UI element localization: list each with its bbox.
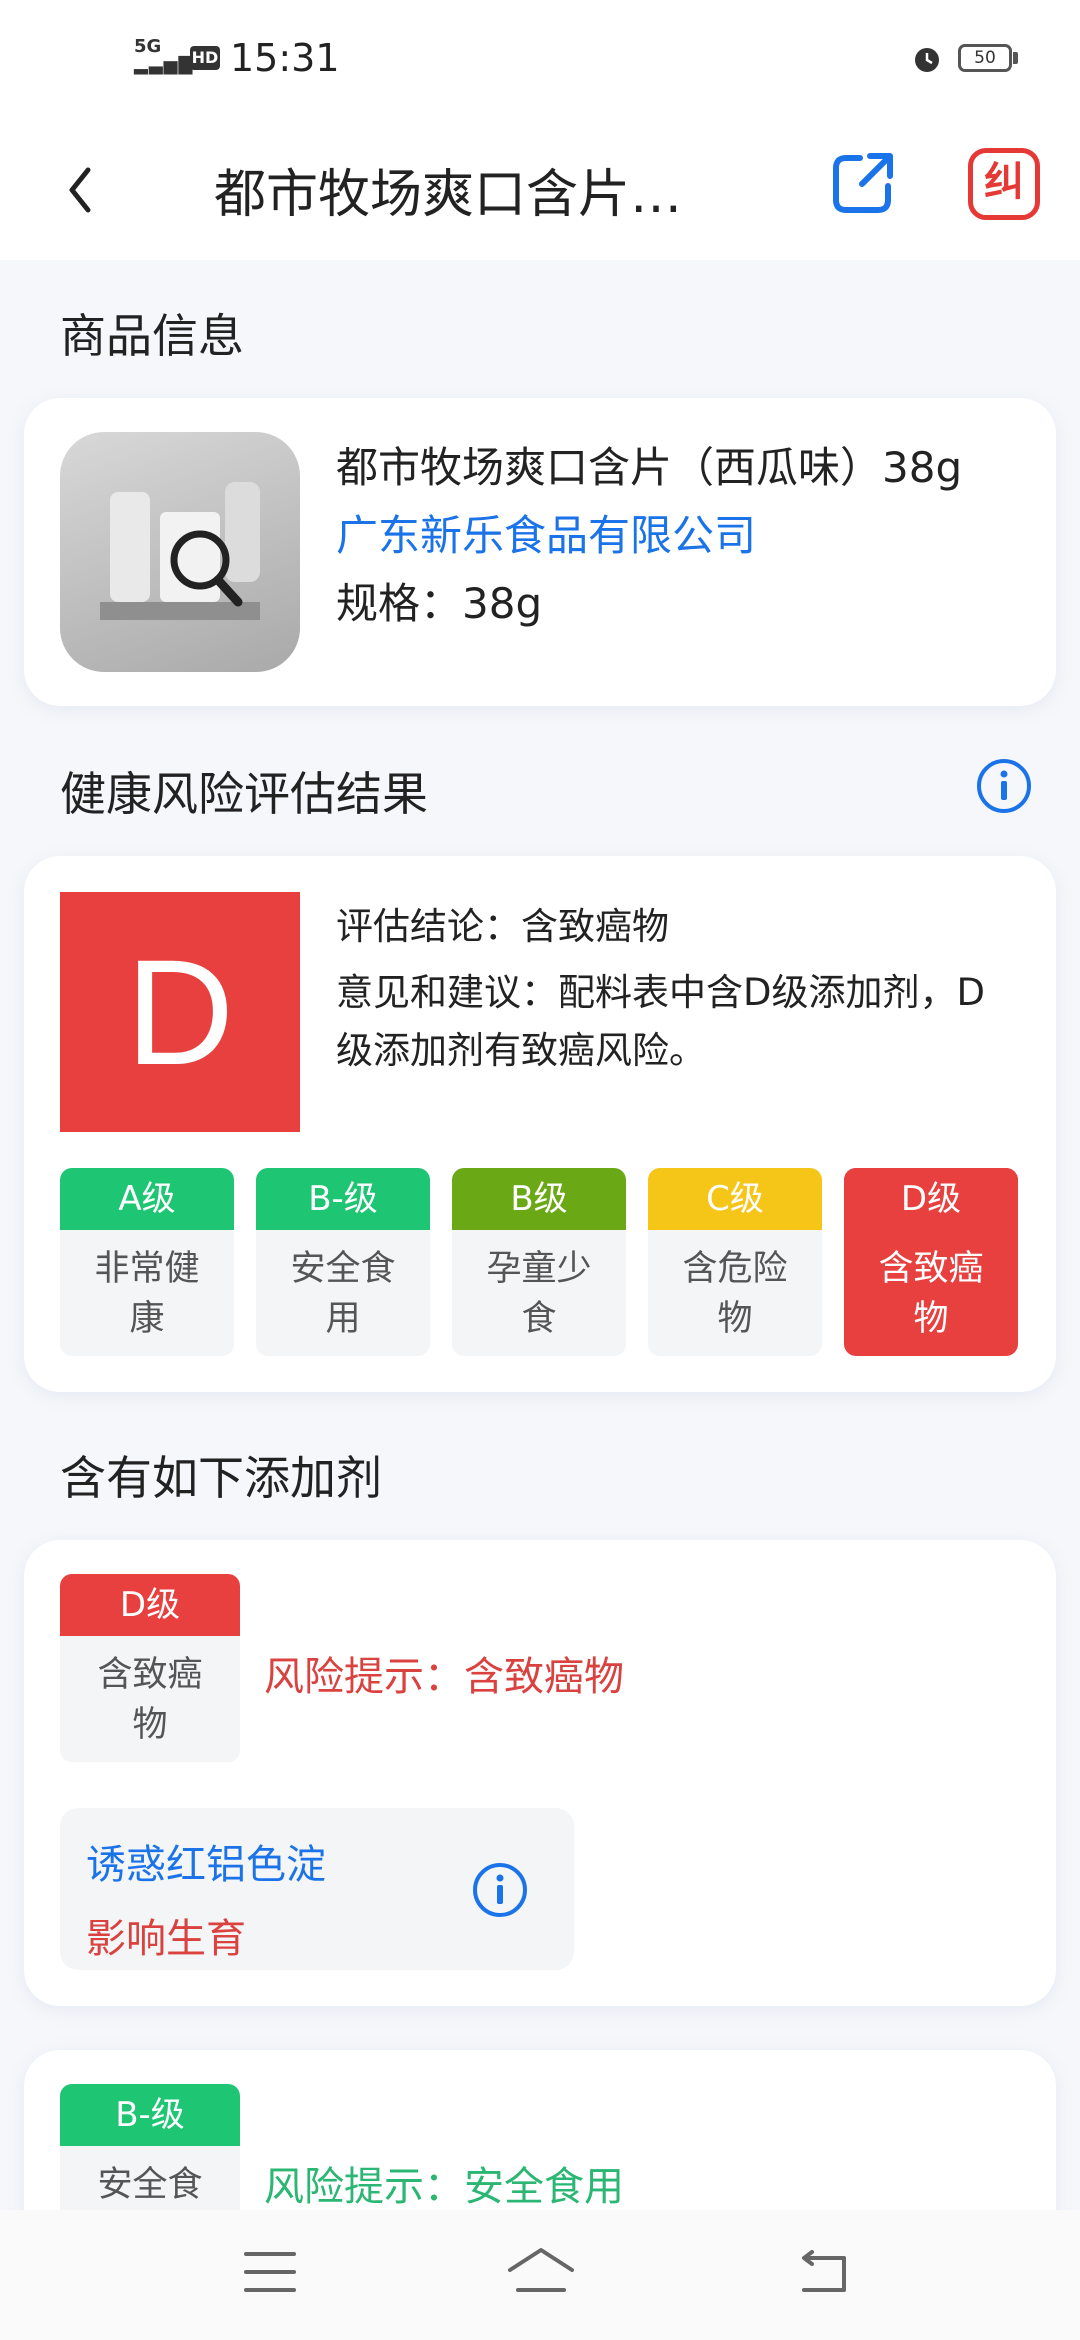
system-nav-bar — [0, 2210, 1080, 2340]
grade-scale-desc: 非常健康 — [94, 1249, 200, 1339]
correction-button[interactable]: 纠 — [968, 148, 1040, 220]
additive-grade-desc: 含致癌物 — [97, 1655, 203, 1745]
status-time: 15:31 — [230, 36, 340, 80]
product-image — [60, 432, 300, 672]
info-icon[interactable] — [976, 758, 1032, 814]
product-company-link[interactable]: 广东新乐食品有限公司 — [336, 502, 756, 563]
grade-scale-desc: 安全食用 — [290, 1249, 396, 1339]
grade-scale-b: B级 孕童少食 — [452, 1168, 626, 1356]
menu-icon[interactable] — [244, 2250, 296, 2294]
back-icon[interactable] — [794, 2250, 850, 2296]
grade-scale-b-minus: B-级 安全食用 — [256, 1168, 430, 1356]
risk-hint: 风险提示：含致癌物 — [264, 1654, 624, 1700]
grade-scale-label: A级 — [60, 1168, 234, 1230]
ingredient-info-icon[interactable] — [472, 1862, 528, 1918]
grade-scale-c: C级 含危险物 — [648, 1168, 822, 1356]
assessment-advice: 意见和建议：配料表中含D级添加剂，D级添加剂有致癌风险。 — [336, 971, 985, 1072]
grade-scale-label: B-级 — [256, 1168, 430, 1230]
signal-icon: 5G ▂▃▅▇ — [134, 36, 194, 75]
grade-scale-label: C级 — [648, 1168, 822, 1230]
additives-section-title: 含有如下添加剂 — [60, 1451, 382, 1505]
grade-badge: D — [60, 892, 300, 1132]
back-arrow-icon[interactable] — [60, 160, 100, 220]
product-spec: 规格：38g — [336, 579, 543, 628]
product-name: 都市牧场爽口含片（西瓜味）38g — [336, 443, 963, 492]
hd-icon: HD — [190, 46, 220, 70]
battery-icon: 50 — [958, 44, 1012, 72]
assessment-conclusion: 评估结论：含致癌物 — [336, 905, 669, 948]
grade-scale-desc: 含危险物 — [682, 1249, 788, 1339]
risk-hint: 风险提示：安全食用 — [264, 2164, 624, 2210]
product-placeholder-graphic — [100, 482, 260, 620]
battery-tip — [1013, 52, 1018, 64]
grade-scale-label: B级 — [452, 1168, 626, 1230]
grade-scale-a: A级 非常健康 — [60, 1168, 234, 1356]
assessment-section-title: 健康风险评估结果 — [60, 767, 428, 821]
share-icon[interactable] — [826, 148, 898, 220]
status-bar: 5G ▂▃▅▇ HD 15:31 50 — [0, 0, 1080, 120]
additive-grade-label: B-级 — [60, 2084, 240, 2146]
grade-scale-label: D级 — [844, 1168, 1018, 1230]
additive-grade-badge: D级 含致癌物 — [60, 1574, 240, 1762]
ingredient-name[interactable]: 诱惑红铝色淀 — [86, 1832, 326, 1890]
grade-scale-desc: 孕童少食 — [486, 1249, 592, 1339]
grade-scale-d: D级 含致癌物 — [844, 1168, 1018, 1356]
alarm-icon — [915, 48, 939, 72]
page-title: 都市牧场爽口含片… — [214, 165, 683, 225]
grade-scale-desc: 含致癌物 — [878, 1249, 984, 1339]
additive-grade-desc: 安全食 — [97, 2165, 203, 2205]
ingredient-effect: 影响生育 — [86, 1916, 246, 1962]
additive-grade-label: D级 — [60, 1574, 240, 1636]
home-icon[interactable] — [506, 2246, 576, 2298]
product-section-title: 商品信息 — [60, 309, 244, 363]
